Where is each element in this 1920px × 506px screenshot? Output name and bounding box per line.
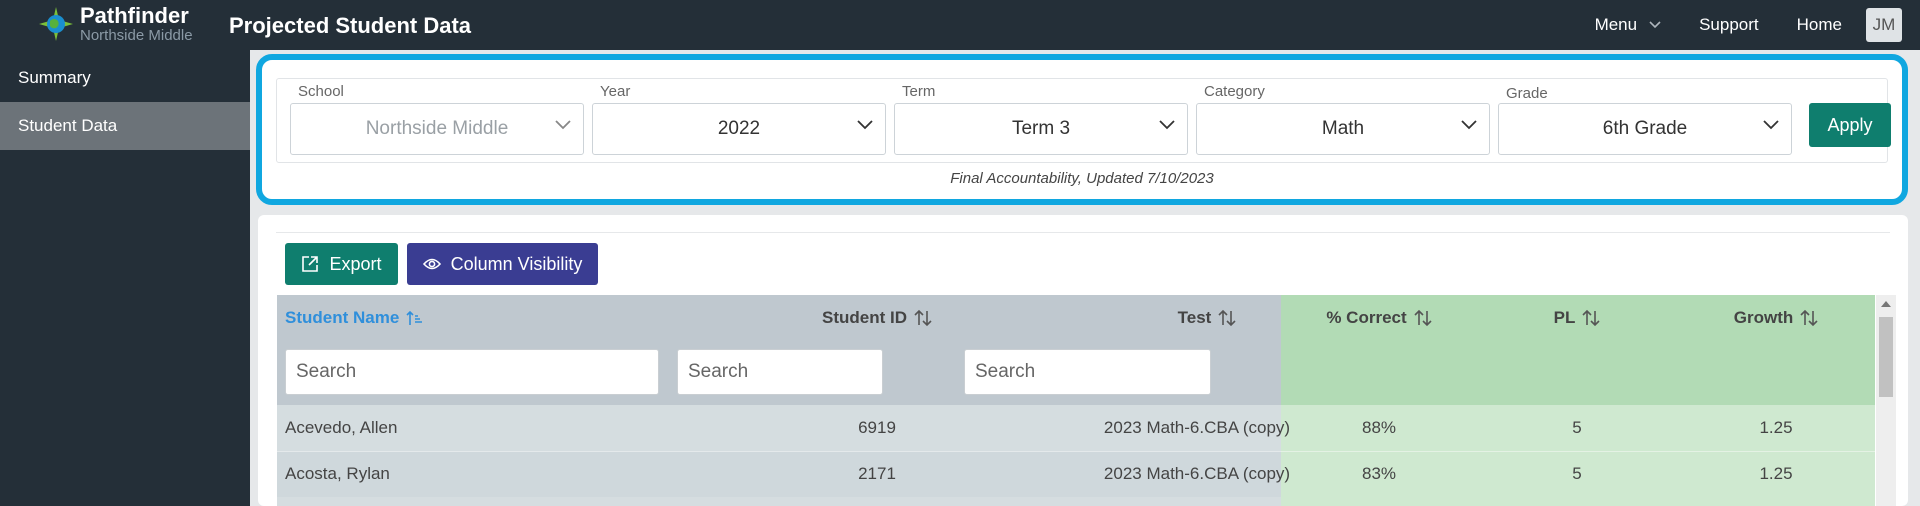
sort-icon — [1414, 309, 1432, 327]
student-id-search-input[interactable] — [677, 349, 883, 395]
menu-dropdown[interactable]: Menu — [1595, 15, 1662, 35]
export-label: Export — [329, 253, 382, 274]
student-data-panel: Export Column Visibility Student Name St… — [258, 215, 1908, 506]
grade-value: 6th Grade — [1602, 118, 1688, 139]
growth-cell: 1.25 — [1759, 418, 1793, 437]
student-name-cell: Acosta, Rylan — [285, 464, 390, 483]
student-name-search-input[interactable] — [285, 349, 659, 395]
test-header-label: Test — [1177, 308, 1212, 327]
category-value: Math — [1321, 118, 1365, 139]
grade-label: Grade — [1506, 85, 1548, 102]
grade-select[interactable]: 6th Grade — [1498, 103, 1792, 155]
sort-icon — [1218, 309, 1236, 327]
year-select[interactable]: 2022 — [592, 103, 886, 155]
column-header-growth[interactable]: Growth — [1677, 295, 1875, 341]
school-select[interactable]: Northside Middle — [290, 103, 584, 155]
growth-cell: 1.25 — [1759, 464, 1793, 483]
eye-icon — [422, 257, 441, 271]
category-select[interactable]: Math — [1196, 103, 1490, 155]
home-link[interactable]: Home — [1797, 15, 1842, 35]
sort-ascending-icon — [406, 310, 424, 326]
table-header-row: Student Name Student ID Test % Correct P… — [277, 295, 1875, 341]
sort-icon — [1582, 309, 1600, 327]
table-row[interactable]: Acevedo, Allen 6919 2023 Math-6.CBA (cop… — [277, 405, 1875, 451]
menu-label: Menu — [1594, 15, 1638, 34]
pl-cell: 5 — [1572, 418, 1582, 437]
table-row[interactable]: Acosta, Rylan 2171 2023 Math-6.CBA (copy… — [277, 451, 1875, 497]
sort-icon — [1800, 309, 1818, 327]
pl-cell: 5 — [1572, 464, 1582, 483]
filter-bar: School Northside Middle Year 2022 Term T… — [276, 78, 1891, 163]
column-header-pct-correct[interactable]: % Correct — [1281, 295, 1477, 341]
pathfinder-logo-icon — [39, 7, 73, 41]
scrollbar-thumb[interactable] — [1879, 317, 1893, 397]
chevron-down-icon — [555, 120, 571, 130]
table-scrollbar[interactable] — [1876, 295, 1896, 506]
filter-panel: School Northside Middle Year 2022 Term T… — [256, 54, 1908, 205]
external-link-icon — [301, 255, 319, 273]
sort-icon — [914, 309, 932, 327]
export-button[interactable]: Export — [285, 243, 398, 285]
support-link[interactable]: Support — [1699, 15, 1759, 35]
scroll-up-arrow-icon[interactable] — [1881, 300, 1891, 307]
pl-header-label: PL — [1553, 308, 1576, 327]
brand-school: Northside Middle — [80, 27, 193, 44]
top-nav: Menu Support Home JM — [1595, 0, 1920, 50]
chevron-down-icon — [1159, 120, 1175, 130]
term-select[interactable]: Term 3 — [894, 103, 1188, 155]
top-navbar: Pathfinder Northside Middle Projected St… — [0, 0, 1920, 50]
page-title: Projected Student Data — [229, 13, 472, 38]
school-label: School — [298, 83, 344, 100]
table-search-row — [277, 341, 1875, 405]
student-name-header-label: Student Name — [285, 308, 400, 327]
pct-correct-cell: 88% — [1361, 418, 1397, 437]
term-value: Term 3 — [1011, 118, 1071, 139]
category-label: Category — [1204, 83, 1265, 100]
chevron-down-icon — [857, 120, 873, 130]
student-data-table: Student Name Student ID Test % Correct P… — [277, 295, 1875, 506]
sidebar: Summary Student Data — [0, 50, 250, 506]
term-label: Term — [902, 83, 936, 100]
growth-header-label: Growth — [1733, 308, 1794, 327]
school-value: Northside Middle — [365, 118, 509, 139]
brand[interactable]: Pathfinder Northside Middle — [80, 3, 193, 45]
column-visibility-label: Column Visibility — [450, 253, 583, 274]
apply-button[interactable]: Apply — [1809, 103, 1891, 147]
updated-note: Final Accountability, Updated 7/10/2023 — [950, 170, 1214, 187]
chevron-down-icon — [1763, 120, 1779, 130]
chevron-down-icon — [1461, 120, 1477, 130]
column-header-student-name[interactable]: Student Name — [285, 295, 675, 341]
student-name-cell: Acevedo, Allen — [285, 418, 398, 437]
student-id-header-label: Student ID — [822, 308, 907, 327]
year-value: 2022 — [717, 118, 761, 139]
pct-correct-header-label: % Correct — [1326, 308, 1407, 327]
user-avatar[interactable]: JM — [1866, 8, 1902, 42]
sidebar-item-student-data[interactable]: Student Data — [0, 102, 250, 150]
chevron-down-icon — [1649, 21, 1661, 29]
divider — [276, 232, 1890, 233]
sidebar-item-summary[interactable]: Summary — [0, 54, 250, 102]
test-search-input[interactable] — [964, 349, 1211, 395]
year-label: Year — [600, 83, 631, 100]
pct-correct-cell: 83% — [1361, 464, 1397, 483]
brand-name: Pathfinder — [80, 3, 189, 28]
column-header-pl[interactable]: PL — [1477, 295, 1677, 341]
column-visibility-button[interactable]: Column Visibility — [407, 243, 598, 285]
